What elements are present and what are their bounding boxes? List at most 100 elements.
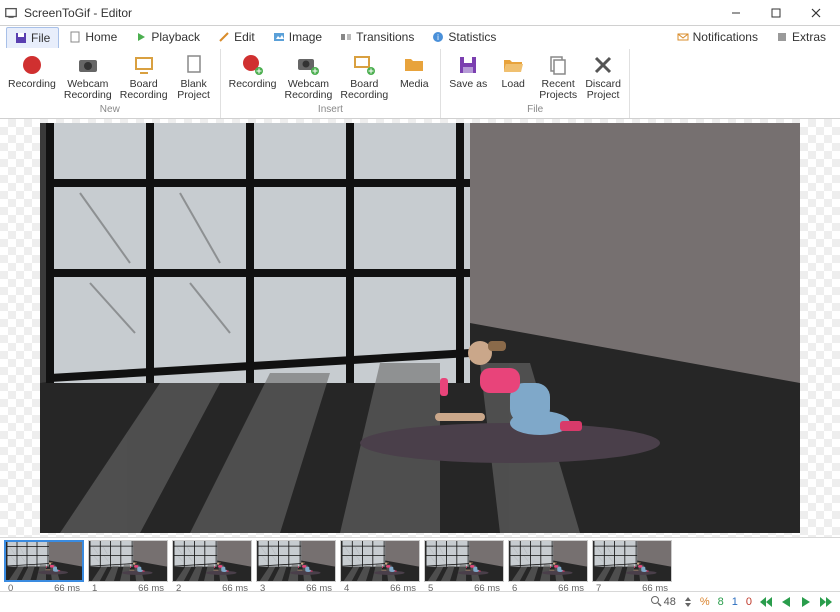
tab-notifications[interactable]: Notifications xyxy=(669,27,766,47)
rbtn-label: Recent Projects xyxy=(539,79,577,101)
zoom-stepper[interactable] xyxy=(682,596,694,608)
group-label: Insert xyxy=(318,103,343,116)
play-icon xyxy=(135,31,147,43)
transition-icon xyxy=(340,31,352,43)
frame-thumbnail[interactable]: 766 ms xyxy=(592,540,672,592)
page-icon xyxy=(182,53,206,77)
percent-indicator[interactable]: % xyxy=(698,596,712,608)
zoom-indicator[interactable]: 48 xyxy=(648,595,678,610)
tab-home[interactable]: Home xyxy=(61,27,125,47)
save-icon xyxy=(15,32,27,44)
tab-image[interactable]: Image xyxy=(265,27,330,47)
thumbnail-strip[interactable]: 066 ms 166 ms 266 ms 366 ms 466 ms 566 m… xyxy=(0,537,840,592)
document-icon xyxy=(69,31,81,43)
canvas-area[interactable] xyxy=(0,119,840,537)
rbtn-label: Recording xyxy=(8,79,56,90)
record-icon xyxy=(20,53,44,77)
tab-playback[interactable]: Playback xyxy=(127,27,208,47)
info-icon: i xyxy=(432,31,444,43)
insert-webcam-button[interactable]: Webcam Recording xyxy=(281,51,337,103)
maximize-button[interactable] xyxy=(756,0,796,26)
insert-recording-button[interactable]: Recording xyxy=(225,51,281,103)
thumb-image xyxy=(424,540,504,582)
rbtn-label: Media xyxy=(400,79,429,90)
insert-media-button[interactable]: Media xyxy=(392,51,436,103)
frame-thumbnail[interactable]: 666 ms xyxy=(508,540,588,592)
svg-text:i: i xyxy=(437,33,439,42)
tab-file[interactable]: File xyxy=(6,27,59,48)
thumb-image xyxy=(508,540,588,582)
saveas-button[interactable]: Save as xyxy=(445,51,491,103)
next-frame-button[interactable] xyxy=(798,594,814,610)
frame-thumbnail[interactable]: 566 ms xyxy=(424,540,504,592)
tab-statistics[interactable]: i Statistics xyxy=(424,27,504,47)
tab-label: Edit xyxy=(234,30,255,44)
thumb-meta: 666 ms xyxy=(508,582,588,592)
group-file: Save as Load Recent Projects Discard Pro… xyxy=(441,49,630,118)
rbtn-label: Blank Project xyxy=(177,79,210,101)
close-button[interactable] xyxy=(796,0,836,26)
puzzle-icon xyxy=(776,31,788,43)
new-recording-button[interactable]: Recording xyxy=(4,51,60,103)
tab-label: Statistics xyxy=(448,30,496,44)
selected-count: 1 xyxy=(730,596,740,608)
tab-label: File xyxy=(31,31,50,45)
rbtn-label: Recording xyxy=(229,79,277,90)
board-plus-icon xyxy=(352,53,376,77)
window-controls xyxy=(716,0,836,26)
new-board-button[interactable]: Board Recording xyxy=(116,51,172,103)
rbtn-label: Board Recording xyxy=(340,79,388,101)
rbtn-label: Save as xyxy=(449,79,487,90)
rbtn-label: Webcam Recording xyxy=(285,79,333,101)
recent-button[interactable]: Recent Projects xyxy=(535,51,581,103)
camera-icon xyxy=(76,53,100,77)
preview-frame xyxy=(40,123,800,533)
rbtn-label: Load xyxy=(502,79,525,90)
rbtn-label: Discard Project xyxy=(585,79,621,101)
discard-button[interactable]: Discard Project xyxy=(581,51,625,103)
titlebar: ScreenToGif - Editor xyxy=(0,0,840,26)
frame-thumbnail[interactable]: 266 ms xyxy=(172,540,252,592)
rbtn-label: Board Recording xyxy=(120,79,168,101)
recent-icon xyxy=(546,53,570,77)
window-title: ScreenToGif - Editor xyxy=(24,6,716,20)
frame-thumbnail[interactable]: 166 ms xyxy=(88,540,168,592)
tab-label: Transitions xyxy=(356,30,414,44)
last-frame-button[interactable] xyxy=(818,594,834,610)
ribbon-tabs: File Home Playback Edit Image Transition… xyxy=(0,26,840,49)
first-frame-button[interactable] xyxy=(758,594,774,610)
prev-frame-button[interactable] xyxy=(778,594,794,610)
tab-transitions[interactable]: Transitions xyxy=(332,27,422,47)
minimize-button[interactable] xyxy=(716,0,756,26)
thumb-image xyxy=(340,540,420,582)
tab-label: Image xyxy=(289,30,322,44)
tab-label: Playback xyxy=(151,30,200,44)
frame-thumbnail[interactable]: 466 ms xyxy=(340,540,420,592)
tab-label: Home xyxy=(85,30,117,44)
thumb-meta: 166 ms xyxy=(88,582,168,592)
group-new: Recording Webcam Recording Board Recordi… xyxy=(0,49,221,118)
thumb-image xyxy=(4,540,84,582)
frame-count: 8 xyxy=(716,596,726,608)
frame-thumbnail[interactable]: 066 ms xyxy=(4,540,84,592)
thumb-meta: 366 ms xyxy=(256,582,336,592)
group-label: File xyxy=(527,103,543,116)
thumb-image xyxy=(256,540,336,582)
close-icon xyxy=(591,53,615,77)
frame-thumbnail[interactable]: 366 ms xyxy=(256,540,336,592)
thumb-meta: 266 ms xyxy=(172,582,252,592)
group-insert: Recording Webcam Recording Board Recordi… xyxy=(221,49,442,118)
new-blank-button[interactable]: Blank Project xyxy=(172,51,216,103)
thumb-image xyxy=(88,540,168,582)
load-button[interactable]: Load xyxy=(491,51,535,103)
tab-label: Extras xyxy=(792,30,826,44)
tab-edit[interactable]: Edit xyxy=(210,27,263,47)
thumb-meta: 466 ms xyxy=(340,582,420,592)
tab-label: Notifications xyxy=(693,30,758,44)
new-webcam-button[interactable]: Webcam Recording xyxy=(60,51,116,103)
statusbar: 48 % 8 1 0 xyxy=(0,591,840,612)
tab-extras[interactable]: Extras xyxy=(768,27,834,47)
zoom-value: 48 xyxy=(664,596,676,608)
insert-board-button[interactable]: Board Recording xyxy=(336,51,392,103)
envelope-icon xyxy=(677,31,689,43)
